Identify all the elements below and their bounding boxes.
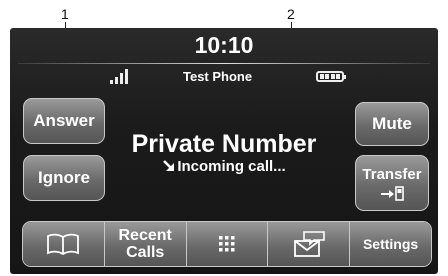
keypad-icon: [218, 236, 235, 252]
transfer-label: Transfer: [362, 165, 422, 183]
transfer-button[interactable]: Transfer: [355, 155, 429, 211]
phonebook-icon: [47, 233, 80, 255]
phone-screen: 10:10 Test Phone Answer Ignore Private N…: [10, 28, 438, 274]
callout-1: 1: [61, 6, 69, 22]
recent-calls-label: Recent Calls: [118, 227, 172, 261]
battery-icon: [316, 71, 346, 82]
phonebook-button[interactable]: [23, 222, 105, 266]
bottom-bar: Recent Calls Settings: [22, 221, 432, 267]
call-status-text: Incoming call...: [177, 158, 286, 175]
phone-name: Test Phone: [183, 69, 253, 84]
messages-icon: [293, 231, 325, 257]
answer-label: Answer: [33, 111, 95, 130]
messages-button[interactable]: [268, 222, 351, 266]
settings-label: Settings: [362, 235, 419, 252]
transfer-to-phone-icon: [381, 185, 404, 201]
clock: 10:10: [194, 32, 254, 58]
mute-label: Mute: [372, 114, 412, 133]
keypad-button[interactable]: [186, 222, 269, 266]
header-divider: [18, 63, 430, 64]
callout-2: 2: [287, 6, 295, 22]
signal-bars-icon: [110, 68, 132, 84]
recent-calls-button[interactable]: Recent Calls: [104, 222, 187, 266]
settings-button[interactable]: Settings: [350, 222, 431, 266]
incoming-arrow-icon: [163, 160, 175, 171]
mute-button[interactable]: Mute: [355, 102, 429, 146]
